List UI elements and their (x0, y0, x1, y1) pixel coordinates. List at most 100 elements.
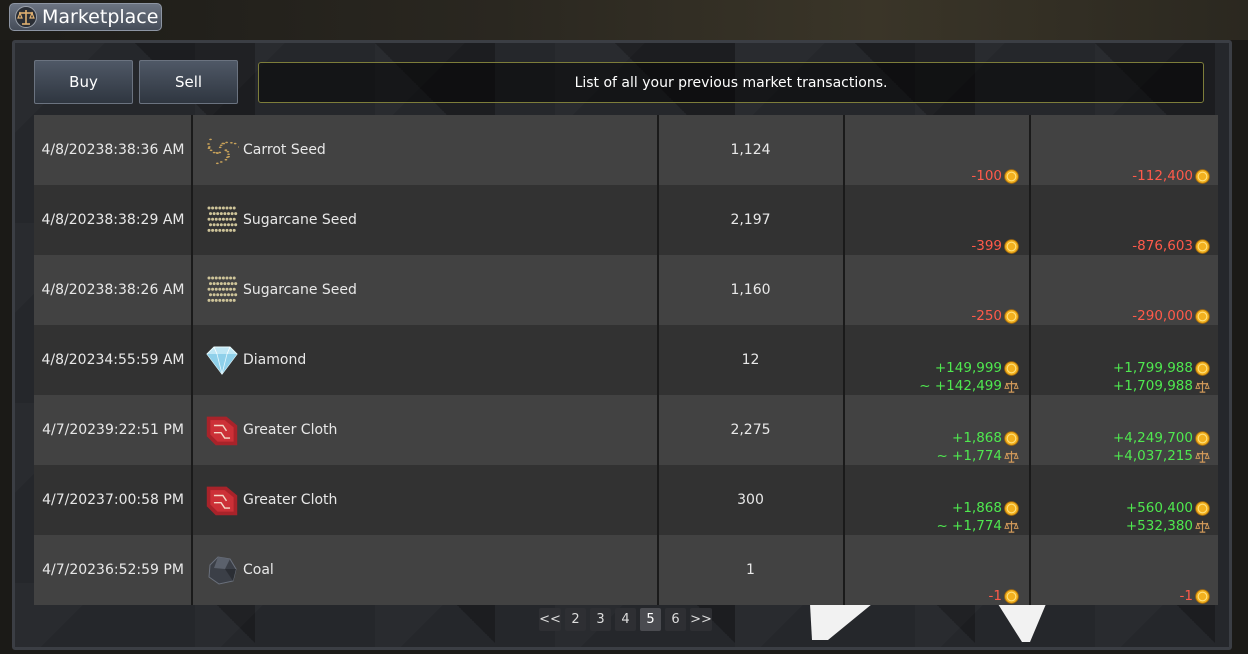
table-row[interactable]: 4/7/20239:22:51 PM Greater Cloth 2,275 +1,8… (34, 395, 1218, 465)
item-cell: Diamond (193, 325, 657, 395)
total-cell: -1 (1030, 535, 1218, 605)
coin-icon (1004, 588, 1019, 604)
column-divider (657, 115, 659, 605)
unit-price: -1 (989, 587, 1019, 605)
item-name: Greater Cloth (243, 422, 338, 438)
window-title-badge: Marketplace (9, 3, 162, 31)
total-cell: -112,400 (1030, 115, 1218, 185)
quantity: 1 (746, 562, 755, 578)
price-cell: -250 (844, 255, 1029, 325)
pager-page-2[interactable]: 2 (565, 608, 586, 631)
transaction-date: 4/7/20236:52:59 PM (42, 562, 184, 578)
coin-icon (1195, 308, 1210, 324)
item-name: Sugarcane Seed (243, 212, 357, 228)
item-name: Diamond (243, 352, 307, 368)
carrot-seed-icon (205, 133, 239, 167)
price-cell: +1,868 ~ +1,774 (844, 465, 1029, 535)
total-price: +560,400 (1126, 499, 1210, 517)
sugarcane-seed-icon (205, 203, 239, 237)
info-banner: List of all your previous market transac… (258, 62, 1204, 103)
coin-icon (1004, 430, 1019, 446)
table-row[interactable]: 4/7/20237:00:58 PM Greater Cloth 300 +1,868… (34, 465, 1218, 535)
pager-page-6[interactable]: 6 (665, 608, 686, 631)
total-cell: -876,603 (1030, 185, 1218, 255)
scale-icon (1195, 519, 1210, 534)
quantity: 12 (741, 352, 760, 368)
unit-price-net: ~ +1,774 (936, 447, 1019, 465)
item-name: Carrot Seed (243, 142, 326, 158)
unit-price: +149,999 (935, 359, 1019, 377)
top-background (0, 0, 1248, 40)
total-cell: +1,799,988 +1,709,988 (1030, 325, 1218, 395)
coin-icon (1195, 360, 1210, 376)
buy-tab-button[interactable]: Buy (34, 60, 133, 104)
column-divider (1029, 115, 1031, 605)
item-cell: Sugarcane Seed (193, 255, 657, 325)
window-title: Marketplace (42, 6, 159, 28)
table-row[interactable]: 4/8/20234:55:59 AM Diamond 12 +149,999 ~ +14… (34, 325, 1218, 395)
coin-icon (1004, 168, 1019, 184)
total-price: -112,400 (1132, 167, 1210, 185)
scale-icon (1004, 379, 1019, 394)
total-price: -1 (1180, 587, 1210, 605)
column-divider (191, 115, 193, 605)
item-cell: Carrot Seed (193, 115, 657, 185)
total-price: +1,799,988 (1113, 359, 1210, 377)
coin-icon (1195, 238, 1210, 254)
price-cell: -100 (844, 115, 1029, 185)
decor-shard (810, 604, 872, 640)
pager-next-button[interactable]: >> (690, 608, 712, 631)
table-row[interactable]: 4/8/20238:38:36 AM Carrot Seed 1,124 -100 -1… (34, 115, 1218, 185)
quantity: 2,275 (730, 422, 771, 438)
transaction-date: 4/7/20237:00:58 PM (42, 492, 184, 508)
unit-price: +1,868 (952, 499, 1019, 517)
scale-icon (1004, 519, 1019, 534)
price-cell: +149,999 ~ +142,499 (844, 325, 1029, 395)
transaction-date: 4/8/20238:38:29 AM (41, 212, 185, 228)
sell-tab-button[interactable]: Sell (139, 60, 238, 104)
total-price-net: +1,709,988 (1113, 377, 1210, 395)
pager-prev-button[interactable]: << (539, 608, 561, 631)
unit-price: -399 (971, 237, 1019, 255)
transaction-date: 4/8/20238:38:36 AM (41, 142, 185, 158)
unit-price-net: ~ +1,774 (936, 517, 1019, 535)
column-divider (843, 115, 845, 605)
quantity: 1,124 (730, 142, 771, 158)
quantity: 2,197 (730, 212, 771, 228)
price-cell: +1,868 ~ +1,774 (844, 395, 1029, 465)
price-cell: -1 (844, 535, 1029, 605)
item-cell: Sugarcane Seed (193, 185, 657, 255)
total-cell: +560,400 +532,380 (1030, 465, 1218, 535)
table-row[interactable]: 4/8/20238:38:26 AM Sugarcane Seed 1,160 -25… (34, 255, 1218, 325)
total-price: +4,249,700 (1113, 429, 1210, 447)
quantity: 300 (737, 492, 764, 508)
transaction-date: 4/8/20238:38:26 AM (41, 282, 185, 298)
pager-page-5[interactable]: 5 (640, 608, 661, 631)
pager-page-3[interactable]: 3 (590, 608, 611, 631)
unit-price: -100 (971, 167, 1019, 185)
total-price: -876,603 (1132, 237, 1210, 255)
price-cell: -399 (844, 185, 1029, 255)
item-cell: Greater Cloth (193, 395, 657, 465)
sugarcane-seed-icon (205, 273, 239, 307)
coin-icon (1004, 500, 1019, 516)
coin-icon (1195, 168, 1210, 184)
scale-icon (1004, 449, 1019, 464)
coin-icon (1195, 588, 1210, 604)
scale-icon (1195, 449, 1210, 464)
pager-page-4[interactable]: 4 (615, 608, 636, 631)
total-price-net: +4,037,215 (1113, 447, 1210, 465)
table-row[interactable]: 4/7/20236:52:59 PM Coal 1 -1 -1 (34, 535, 1218, 605)
coal-icon (205, 553, 239, 587)
decor-shard (998, 604, 1046, 642)
coin-icon (1004, 360, 1019, 376)
scale-icon (1195, 379, 1210, 394)
item-cell: Greater Cloth (193, 465, 657, 535)
item-name: Sugarcane Seed (243, 282, 357, 298)
scale-icon (13, 4, 39, 30)
transactions-table: 4/8/20238:38:36 AM Carrot Seed 1,124 -100 -1… (34, 115, 1218, 605)
unit-price: +1,868 (952, 429, 1019, 447)
coin-icon (1004, 238, 1019, 254)
table-row[interactable]: 4/8/20238:38:29 AM Sugarcane Seed 2,197 -39… (34, 185, 1218, 255)
transaction-date: 4/7/20239:22:51 PM (42, 422, 184, 438)
